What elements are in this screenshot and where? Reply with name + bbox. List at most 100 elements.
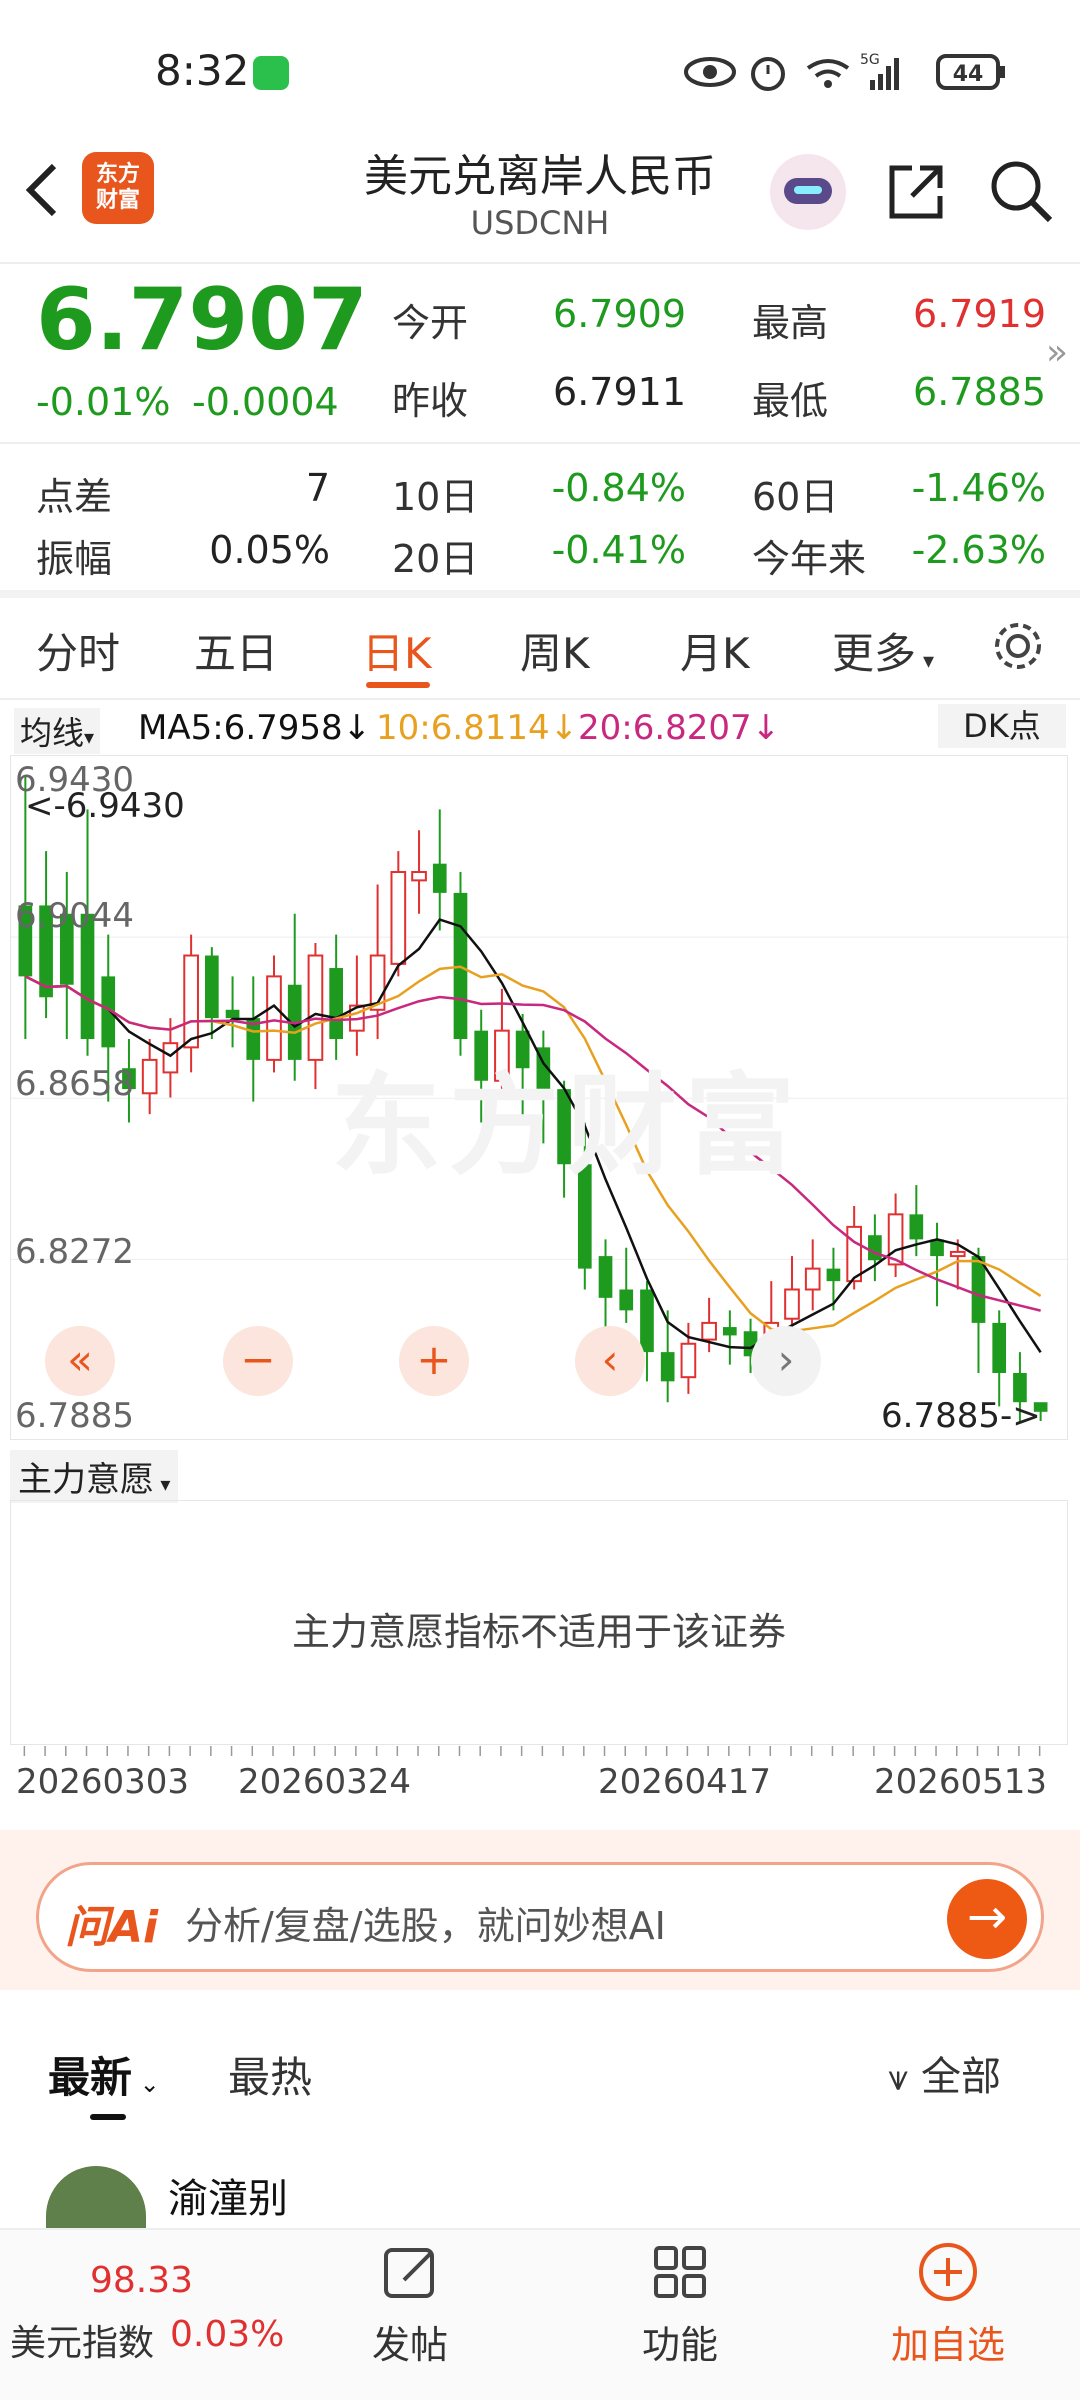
feed-tab-indicator (90, 2114, 126, 2120)
scroll-left-button[interactable]: ‹ (575, 1326, 645, 1396)
tab-five-day[interactable]: 五日 (194, 620, 278, 681)
ma20-label: 20:6.8207↓ (578, 708, 781, 748)
indicator-selector[interactable]: 主力意愿 ▾ (10, 1450, 179, 1503)
zoom-out-button[interactable]: − (223, 1326, 293, 1396)
tab-weekly-k[interactable]: 周K (520, 620, 590, 681)
last-price: 6.7907 (36, 270, 368, 370)
kline-chart[interactable]: 东方财富 6.9430 6.9044 6.8658 6.8272 6.7885 … (10, 755, 1069, 1440)
indicator-message: 主力意愿指标不适用于该证券 (291, 1610, 786, 1654)
open-label: 今开 (392, 301, 469, 345)
page-subtitle: USDCNH (470, 204, 610, 242)
candle-body (225, 1009, 240, 1019)
prev-close-value: 6.7911 (553, 370, 686, 414)
nav-add-watchlist[interactable]: 加自选 (848, 2314, 1048, 2369)
candle-body (868, 1235, 882, 1261)
candle-body (411, 871, 427, 882)
ai-placeholder: 分析/复盘/选股，就问妙想AI (185, 1904, 666, 1948)
amp-label: 振幅 (36, 537, 113, 581)
candle-body (723, 1327, 737, 1336)
low-value: 6.7885 (913, 370, 1046, 414)
zoom-in-button[interactable]: + (399, 1326, 469, 1396)
ma5-label: MA5:6.7958↓ (138, 708, 372, 748)
user-avatar[interactable] (46, 2166, 146, 2236)
y-tick-4: 6.8272 (15, 1232, 134, 1272)
scroll-right-button[interactable]: › (751, 1326, 821, 1396)
dk-point-button[interactable]: DK点 (938, 704, 1066, 748)
search-icon[interactable] (988, 158, 1056, 226)
candle-body (619, 1289, 634, 1311)
svg-text:44: 44 (953, 62, 984, 87)
tab-daily-k[interactable]: 日K (362, 620, 432, 681)
status-bar: 8:32 5G 44 (0, 0, 1080, 130)
prev-close-label: 昨收 (392, 379, 469, 423)
nav-function[interactable]: 功能 (580, 2314, 780, 2369)
high-value: 6.7919 (913, 292, 1046, 336)
function-grid-icon[interactable] (650, 2242, 710, 2302)
y-tick-3: 6.8658 (15, 1064, 134, 1104)
candle-body (680, 1342, 697, 1379)
candle-body (804, 1267, 821, 1291)
bottom-nav: 98.33 美元指数 0.03% 发帖 功能 加自选 (0, 2228, 1080, 2400)
svg-text:5G: 5G (860, 52, 880, 68)
battery-icon: 44 (936, 54, 1005, 90)
share-icon[interactable] (884, 160, 948, 224)
change-percent: -0.01% (36, 380, 171, 424)
x-tick-2: 20260324 (238, 1762, 412, 1802)
y-tick-2: 6.9044 (15, 896, 134, 936)
ai-badge: 问Ai (65, 1902, 159, 1953)
scroll-left-fast-button[interactable]: « (45, 1326, 115, 1396)
tab-more[interactable]: 更多 ▾ (832, 620, 934, 681)
wechat-icon (253, 56, 289, 90)
candle-body (826, 1268, 841, 1282)
back-icon[interactable] (22, 160, 62, 220)
ai-assistant-icon[interactable] (770, 154, 846, 230)
nav-post[interactable]: 发帖 (310, 2314, 510, 2369)
x-tick-4: 20260513 (874, 1762, 1048, 1802)
candle-body (640, 1289, 654, 1353)
expand-icon[interactable]: » (1046, 332, 1068, 373)
spread-value: 7 (305, 466, 330, 510)
post-edit-icon[interactable] (380, 2242, 440, 2302)
ai-ask-input[interactable]: 问Ai 分析/复盘/选股，就问妙想AI → (36, 1862, 1044, 1972)
ai-send-arrow-icon[interactable]: → (947, 1879, 1027, 1959)
dollar-index-value[interactable]: 98.33 (90, 2260, 193, 2301)
settings-gear-icon[interactable] (990, 618, 1046, 674)
max-price-marker: <-6.9430 (25, 786, 185, 826)
candle-body (307, 954, 324, 1061)
d60-value: -1.46% (911, 466, 1046, 510)
add-watchlist-icon[interactable] (916, 2240, 980, 2304)
status-icons: 5G 44 (684, 52, 1005, 91)
d20-label: 20日 (392, 537, 479, 581)
spread-label: 点差 (36, 475, 113, 519)
candle-body (784, 1288, 800, 1320)
high-label: 最高 (752, 301, 829, 345)
feed-user-name[interactable]: 渝潼别 (168, 2166, 288, 2224)
candle-body (701, 1321, 717, 1341)
eye-icon (684, 57, 736, 87)
d10-value: -0.84% (551, 466, 686, 510)
candle-body (992, 1322, 1007, 1373)
ytd-label: 今年来 (752, 537, 867, 581)
dollar-index-name[interactable]: 美元指数 (10, 2314, 154, 2366)
app-logo: 东方 财富 (82, 152, 154, 224)
tab-hot[interactable]: 最热 (228, 2044, 312, 2105)
candle-body (949, 1250, 966, 1258)
candle-body (432, 863, 447, 893)
ma-selector[interactable]: 均线▾ (14, 708, 101, 754)
tab-intraday[interactable]: 分时 (36, 620, 120, 681)
x-tick-1: 20260303 (16, 1762, 190, 1802)
dollar-index-change[interactable]: 0.03% (170, 2314, 284, 2355)
ma10-label: 10:6.8114↓ (376, 708, 579, 748)
chart-tabs: 分时 五日 日K 周K 月K 更多 ▾ (0, 590, 1080, 700)
ai-ask-section: 问Ai 分析/复盘/选股，就问妙想AI → (0, 1830, 1080, 1990)
amp-value: 0.05% (209, 528, 330, 572)
ytd-value: -2.63% (911, 528, 1046, 572)
tab-latest[interactable]: 最新 ⌄ (48, 2044, 160, 2105)
x-tick-3: 20260417 (598, 1762, 772, 1802)
page-title: 美元兑离岸人民币 (364, 151, 716, 202)
filter-all-button[interactable]: ⩛ 全部 (888, 2044, 1001, 2102)
status-time: 8:32 (155, 46, 250, 95)
open-value: 6.7909 (553, 292, 686, 336)
tab-monthly-k[interactable]: 月K (680, 620, 750, 681)
candle-body (660, 1352, 675, 1382)
